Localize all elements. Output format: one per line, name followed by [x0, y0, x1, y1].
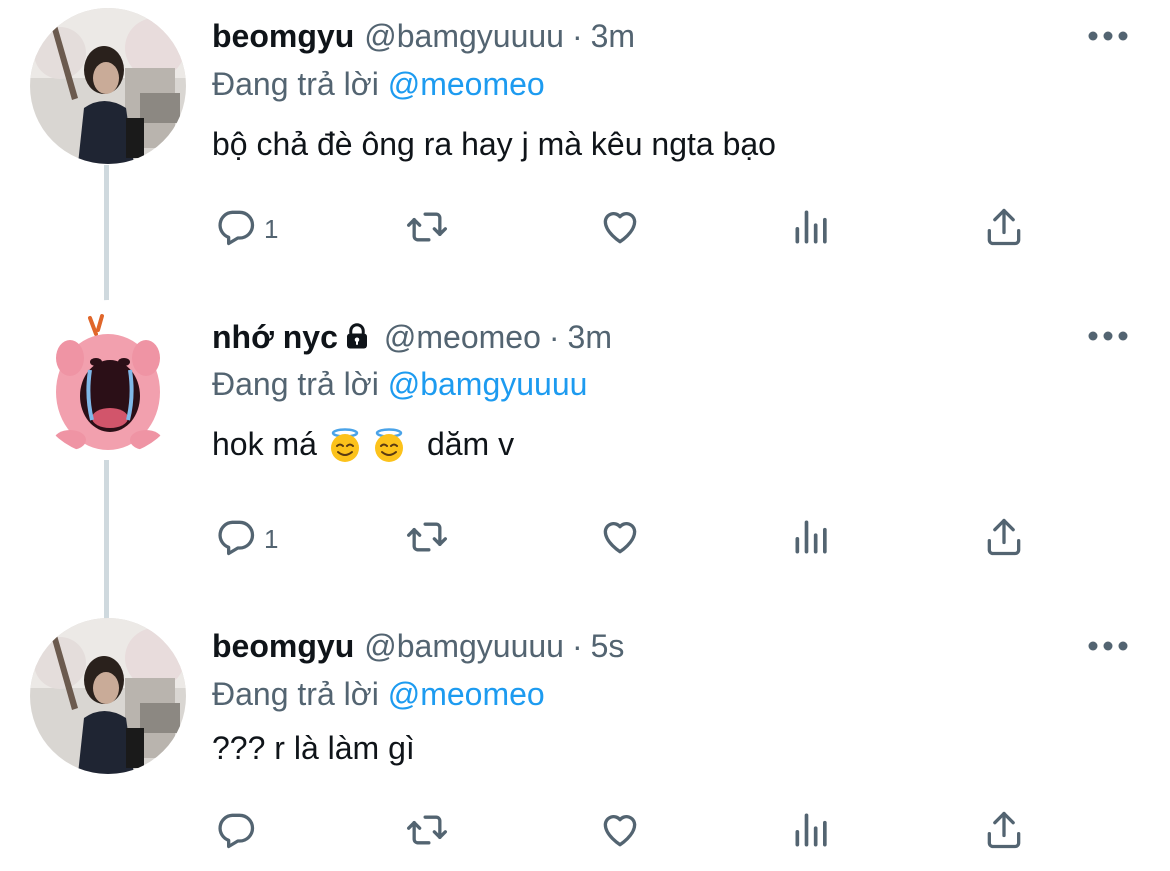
tweet-text: bộ chả đè ông ra hay j mà kêu ngta bạo — [212, 126, 776, 162]
heart-icon — [598, 205, 642, 254]
tweet-text-before: hok má — [212, 426, 317, 462]
reply-count: 1 — [264, 213, 279, 244]
tweet-header: beomgyu @bamgyuuuu · 5s — [212, 628, 624, 670]
user-handle[interactable]: @bamgyuuuu — [364, 628, 564, 665]
tweet-header: nhớ nyc @meomeo · 3m — [212, 318, 612, 360]
retweet-button[interactable] — [405, 808, 449, 856]
retweet-button[interactable] — [405, 205, 449, 253]
lock-icon — [342, 321, 372, 351]
tweet[interactable]: beomgyu @bamgyuuuu · 5s Đang trả lời @me… — [0, 610, 1170, 871]
tweet-text: ??? r là làm gì — [212, 730, 415, 766]
bar-chart-icon — [790, 515, 834, 564]
retweet-icon — [405, 808, 449, 857]
views-button[interactable] — [790, 515, 834, 563]
tweet-actions — [0, 808, 1170, 856]
separator-dot: · — [571, 18, 583, 54]
bar-chart-icon — [790, 808, 834, 857]
reply-button[interactable]: 1 — [214, 515, 278, 563]
halo-smile-emoji-icon — [327, 427, 363, 463]
user-handle[interactable]: @bamgyuuuu — [364, 18, 564, 55]
more-options-icon[interactable] — [1086, 326, 1130, 346]
retweet-icon — [405, 205, 449, 254]
share-button[interactable] — [982, 205, 1026, 253]
share-icon — [982, 205, 1026, 254]
like-button[interactable] — [598, 808, 642, 856]
user-handle[interactable]: @meomeo — [384, 319, 541, 356]
avatar[interactable] — [30, 618, 186, 774]
timestamp[interactable]: 3m — [568, 319, 612, 356]
tweet-header: beomgyu @bamgyuuuu · 3m — [212, 18, 635, 60]
replying-prefix: Đang trả lời — [212, 366, 379, 402]
tweet[interactable]: beomgyu @bamgyuuuu · 3m Đang trả lời @me… — [0, 0, 1170, 300]
tweet[interactable]: nhớ nyc @meomeo · 3m Đang trả lời @bamgy… — [0, 300, 1170, 610]
tweet-text: hok má dăm v — [212, 426, 514, 463]
display-name[interactable]: beomgyu — [212, 18, 354, 55]
tweet-actions: 1 — [0, 205, 1170, 253]
reply-button[interactable]: 1 — [214, 205, 278, 253]
display-name[interactable]: nhớ nyc — [212, 319, 338, 356]
more-options-icon[interactable] — [1086, 26, 1130, 46]
mention-link[interactable]: @bamgyuuuu — [388, 366, 588, 402]
like-button[interactable] — [598, 205, 642, 253]
reply-icon — [214, 808, 258, 857]
share-button[interactable] — [982, 808, 1026, 856]
retweet-button[interactable] — [405, 515, 449, 563]
share-button[interactable] — [982, 515, 1026, 563]
mention-link[interactable]: @meomeo — [388, 676, 545, 712]
replying-prefix: Đang trả lời — [212, 676, 379, 712]
display-name[interactable]: beomgyu — [212, 628, 354, 665]
timestamp[interactable]: 5s — [591, 628, 625, 665]
timestamp[interactable]: 3m — [591, 18, 635, 55]
tweet-text-after: dăm v — [426, 426, 515, 462]
share-icon — [982, 515, 1026, 564]
mention-link[interactable]: @meomeo — [388, 66, 545, 102]
heart-icon — [598, 808, 642, 857]
bar-chart-icon — [790, 205, 834, 254]
heart-icon — [598, 515, 642, 564]
reply-icon — [214, 515, 258, 564]
separator-dot: · — [571, 628, 583, 664]
avatar[interactable] — [30, 8, 186, 164]
replying-prefix: Đang trả lời — [212, 66, 379, 102]
replying-to: Đang trả lời @meomeo — [212, 66, 545, 103]
avatar[interactable] — [30, 300, 186, 456]
share-icon — [982, 808, 1026, 857]
replying-to: Đang trả lời @bamgyuuuu — [212, 366, 587, 403]
reply-button[interactable] — [214, 808, 264, 856]
reply-icon — [214, 205, 258, 254]
halo-smile-emoji-icon — [371, 427, 407, 463]
more-options-icon[interactable] — [1086, 636, 1130, 656]
separator-dot: · — [548, 319, 560, 355]
views-button[interactable] — [790, 808, 834, 856]
reply-count: 1 — [264, 523, 279, 554]
views-button[interactable] — [790, 205, 834, 253]
retweet-icon — [405, 515, 449, 564]
replying-to: Đang trả lời @meomeo — [212, 676, 545, 713]
tweet-actions: 1 — [0, 515, 1170, 563]
like-button[interactable] — [598, 515, 642, 563]
